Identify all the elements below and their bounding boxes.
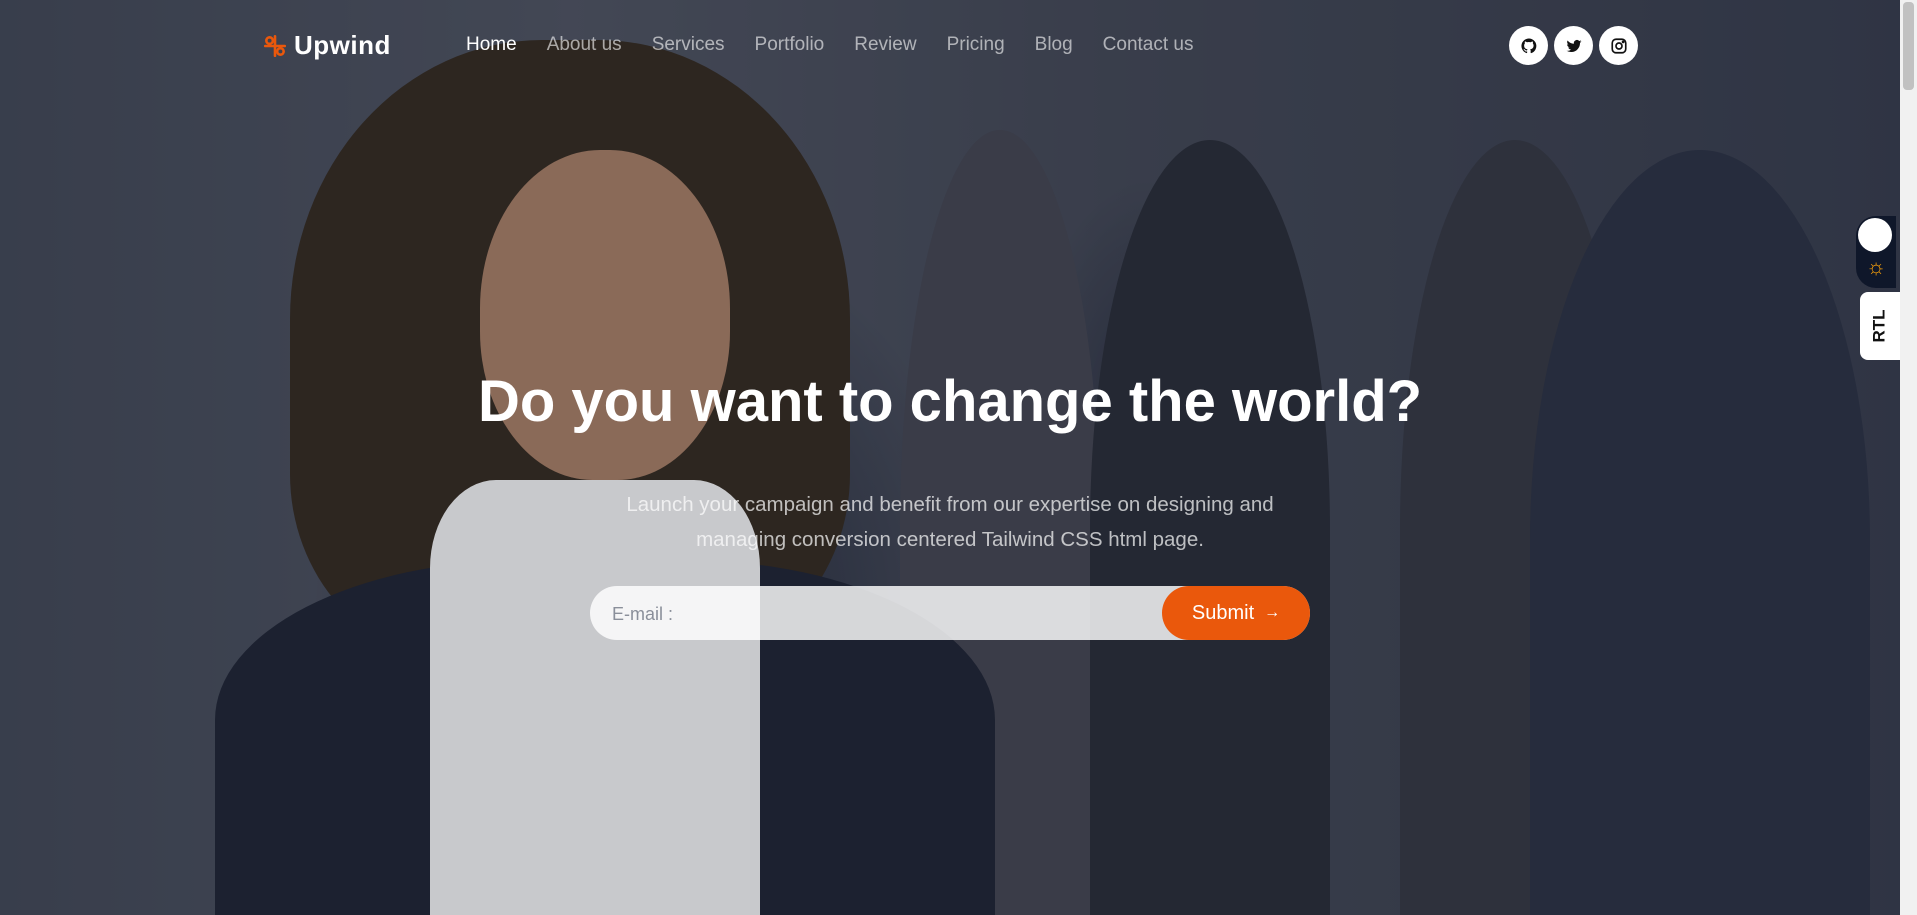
rtl-toggle[interactable]: RTL: [1860, 292, 1900, 360]
rtl-label: RTL: [1869, 309, 1889, 343]
hero-subtext: Launch your campaign and benefit from ou…: [560, 487, 1340, 557]
theme-toggle[interactable]: ☼: [1856, 216, 1896, 288]
subscribe-form: Submit →: [590, 586, 1310, 642]
arrow-right-icon: →: [1264, 604, 1281, 621]
page-scrollbar[interactable]: [1900, 0, 1917, 915]
email-input[interactable]: [610, 586, 1214, 642]
scrollbar-thumb[interactable]: [1903, 2, 1914, 90]
hero-subtext-line: managing conversion centered Tailwind CS…: [696, 528, 1204, 551]
hero-subtext-line: Launch your campaign and benefit from ou…: [626, 493, 1274, 516]
sun-icon: ☼: [1866, 254, 1887, 279]
hero-headline: Do you want to change the world?: [477, 369, 1423, 434]
hero-content: Do you want to change the world? Launch …: [0, 0, 1900, 915]
submit-label: Submit: [1191, 601, 1255, 624]
toggle-knob: [1858, 218, 1892, 252]
submit-button[interactable]: Submit →: [1162, 586, 1310, 640]
